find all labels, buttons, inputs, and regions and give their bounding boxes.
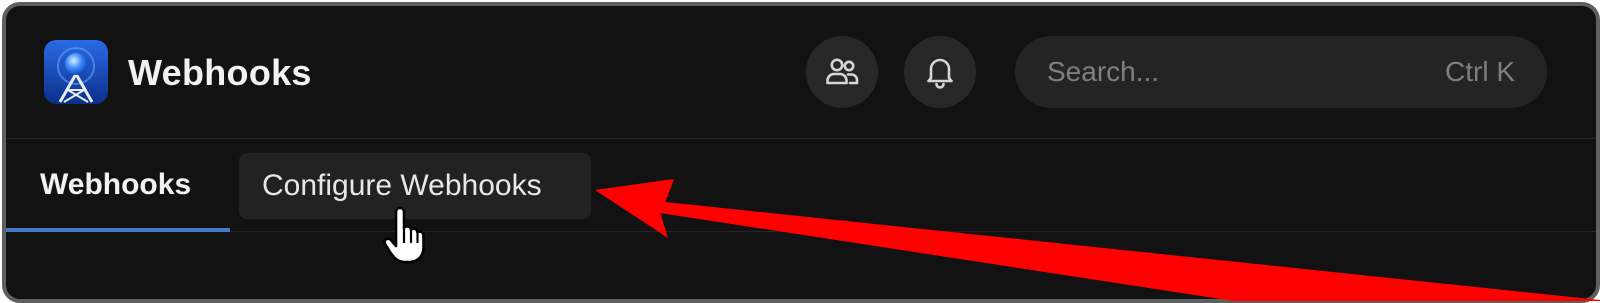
radio-tower-icon [44,40,108,104]
search-input[interactable] [1047,36,1407,108]
tab-bar: Webhooks Configure Webhooks [6,139,1596,232]
people-button[interactable] [806,36,878,108]
app-window: Webhooks Ctrl K Webhooks Config [2,2,1600,303]
active-tab-indicator [6,228,230,232]
notifications-button[interactable] [904,36,976,108]
tab-configure-webhooks[interactable]: Configure Webhooks [239,153,591,219]
app-title: Webhooks [128,52,312,93]
tab-webhooks[interactable]: Webhooks [6,139,230,232]
bell-icon [927,58,953,89]
tab-webhooks-label: Webhooks [40,168,192,201]
search-shortcut-hint: Ctrl K [1445,56,1515,87]
tab-configure-webhooks-label: Configure Webhooks [262,169,542,202]
app-header: Webhooks Ctrl K [6,6,1596,139]
search-bar[interactable]: Ctrl K [1015,36,1547,108]
people-icon [826,58,859,85]
